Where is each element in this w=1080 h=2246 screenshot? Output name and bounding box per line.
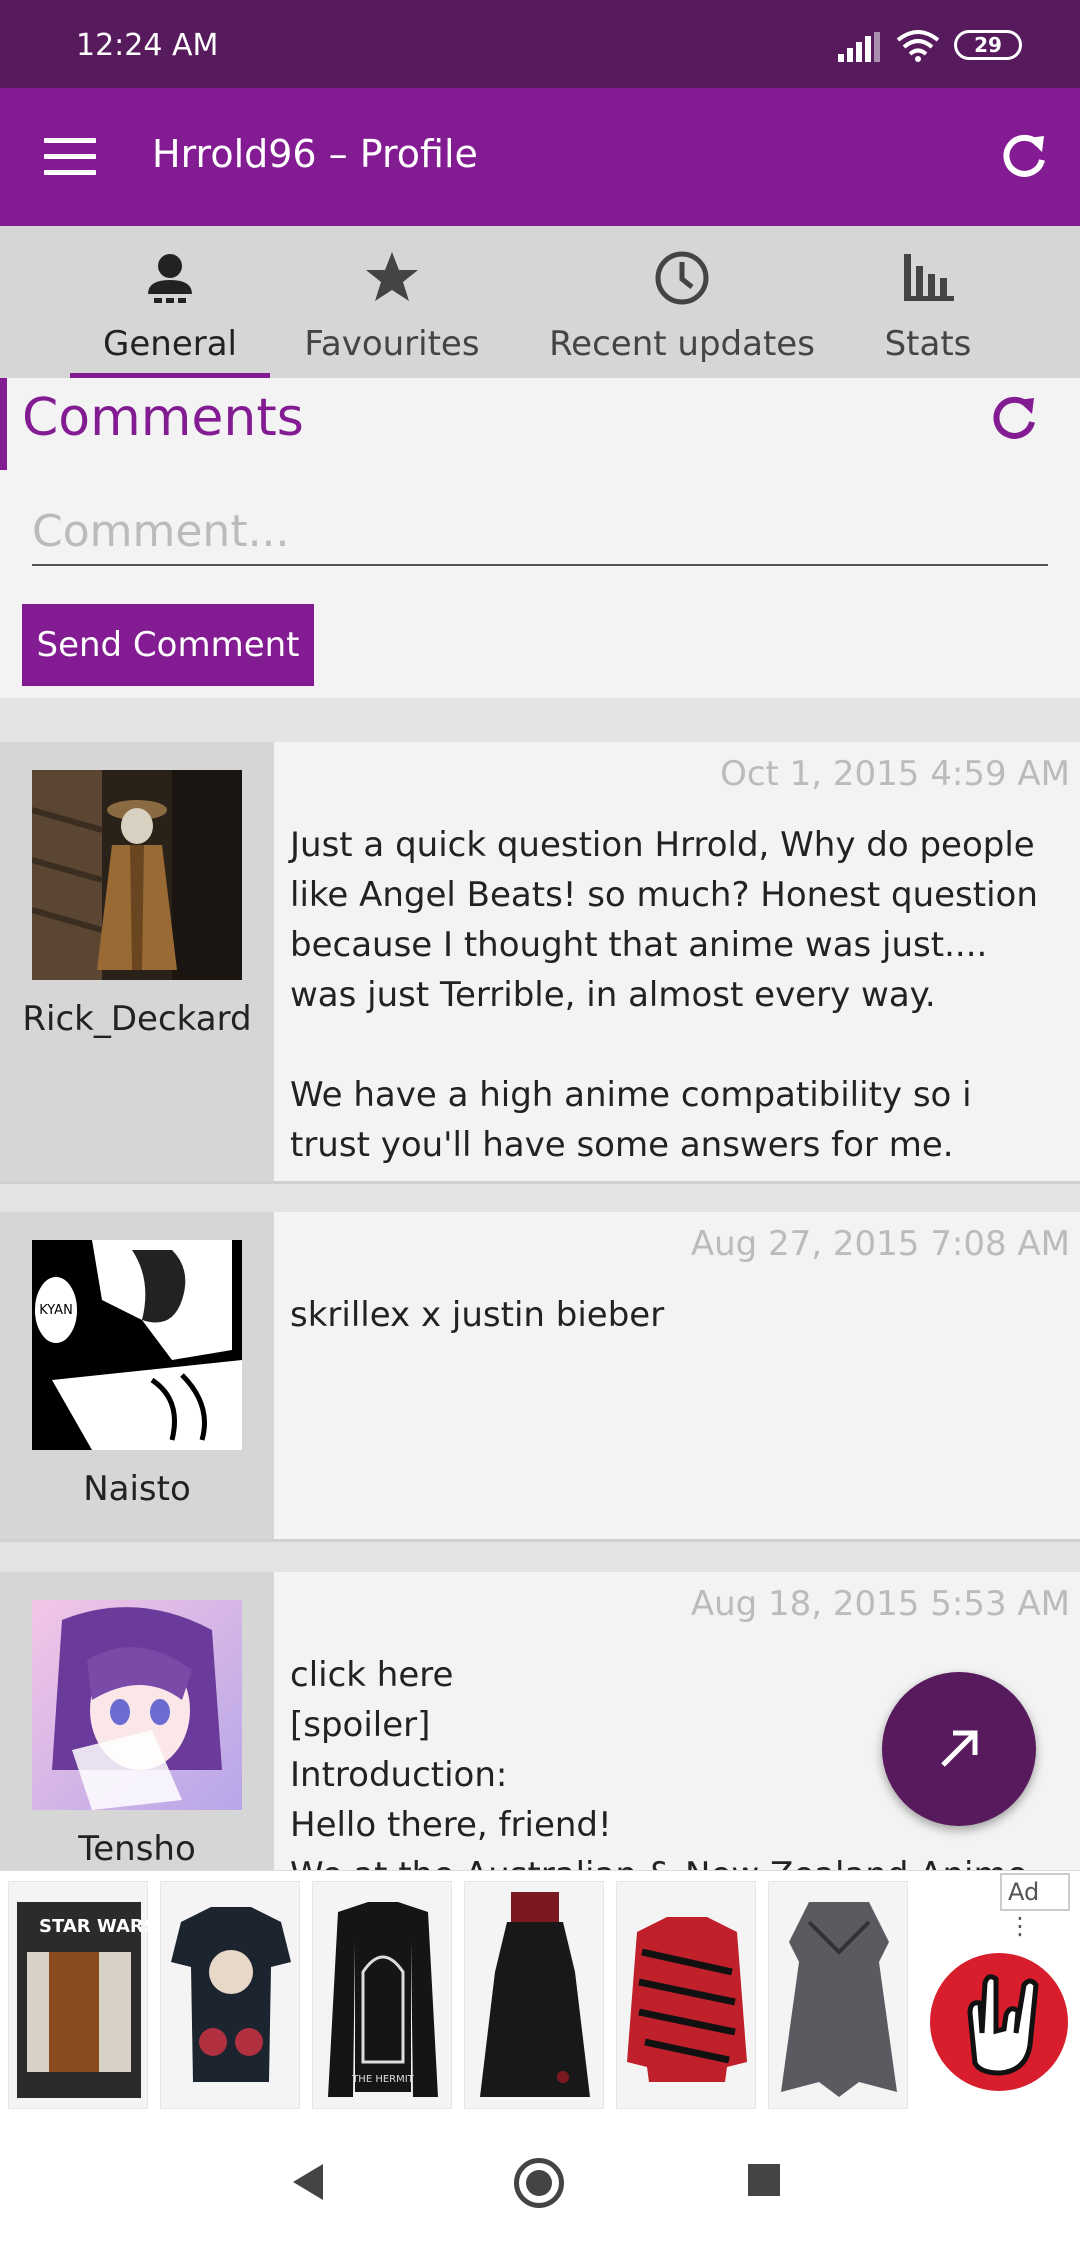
arrow-up-right-icon bbox=[941, 1730, 978, 1767]
menu-icon[interactable] bbox=[44, 138, 96, 176]
comments-heading: Comments bbox=[22, 388, 304, 448]
battery-icon: 29 bbox=[954, 30, 1022, 60]
comments-section: Comments Send Comment bbox=[0, 378, 1080, 698]
home-icon[interactable] bbox=[514, 2158, 564, 2208]
comment-date: Aug 27, 2015 7:08 AM bbox=[690, 1224, 1070, 1264]
refresh-icon[interactable] bbox=[998, 130, 1050, 182]
ad-banner[interactable]: STAR WARS THE HERMIT Ad ⋮ bbox=[0, 1870, 1080, 2116]
status-bar: 12:24 AM 29 bbox=[0, 0, 1080, 88]
back-icon[interactable] bbox=[293, 2164, 323, 2200]
star-icon bbox=[366, 252, 418, 301]
recent-apps-icon[interactable] bbox=[748, 2164, 780, 2196]
bar-chart-icon bbox=[904, 254, 954, 301]
comment-item: Rick_Deckard Oct 1, 2015 4:59 AM Just a … bbox=[0, 742, 1080, 1184]
ad-product-image[interactable] bbox=[616, 1881, 756, 2109]
divider bbox=[0, 1184, 1080, 1212]
ad-product-image[interactable] bbox=[768, 1881, 908, 2109]
comment-date: Aug 18, 2015 5:53 AM bbox=[690, 1584, 1070, 1624]
refresh-comments-icon[interactable] bbox=[988, 392, 1040, 444]
avatar-text: KYAN bbox=[39, 1303, 73, 1318]
divider bbox=[0, 698, 1080, 742]
comment-author[interactable]: Tensho bbox=[0, 1824, 274, 1872]
tab-stats[interactable]: Stats bbox=[866, 226, 990, 378]
comment-author[interactable]: Rick_Deckard bbox=[0, 994, 274, 1044]
wifi-icon bbox=[896, 30, 940, 62]
ad-product-text: STAR WARS bbox=[39, 1916, 149, 1937]
signal-icon bbox=[838, 32, 880, 62]
divider bbox=[0, 1542, 1080, 1572]
section-accent-bar bbox=[0, 378, 7, 470]
status-time: 12:24 AM bbox=[76, 28, 219, 63]
tab-general[interactable]: General bbox=[70, 226, 270, 378]
ad-tag[interactable]: Ad ⋮ bbox=[1000, 1873, 1070, 1940]
avatar[interactable] bbox=[32, 770, 242, 980]
tab-recent-updates[interactable]: Recent updates bbox=[542, 226, 822, 378]
open-external-button[interactable] bbox=[882, 1672, 1036, 1826]
brand-logo[interactable] bbox=[930, 1953, 1068, 2091]
comment-text: skrillex x justin bieber bbox=[290, 1295, 665, 1335]
ad-label: Ad bbox=[1008, 1878, 1040, 1906]
send-comment-button[interactable]: Send Comment bbox=[22, 604, 314, 686]
person-icon bbox=[148, 254, 192, 303]
ad-product-image[interactable] bbox=[160, 1881, 300, 2109]
tab-label: Favourites bbox=[304, 324, 480, 364]
system-navigation-bar bbox=[0, 2116, 1080, 2246]
ad-product-image[interactable]: STAR WARS bbox=[8, 1881, 157, 2109]
comment-date: Oct 1, 2015 4:59 AM bbox=[720, 754, 1070, 794]
app-bar: Hrrold96 – Profile bbox=[0, 88, 1080, 226]
tab-label: Stats bbox=[884, 324, 972, 364]
ad-product-text: THE HERMIT bbox=[351, 2074, 414, 2085]
tab-label: General bbox=[103, 324, 237, 364]
comment-item: KYAN Naisto Aug 27, 2015 7:08 AM skrille… bbox=[0, 1212, 1080, 1542]
comment-input[interactable] bbox=[32, 498, 1048, 566]
tab-label: Recent updates bbox=[549, 324, 815, 364]
tab-bar: General Favourites Recent updates Stats bbox=[0, 226, 1080, 378]
comment-text: Just a quick question Hrrold, Why do peo… bbox=[290, 825, 1038, 1165]
page-title: Hrrold96 – Profile bbox=[152, 132, 478, 176]
avatar[interactable] bbox=[32, 1600, 242, 1810]
comment-author[interactable]: Naisto bbox=[0, 1464, 274, 1514]
tab-favourites[interactable]: Favourites bbox=[292, 226, 492, 378]
clock-icon bbox=[655, 251, 709, 305]
ad-product-image[interactable]: THE HERMIT bbox=[312, 1881, 452, 2109]
avatar[interactable]: KYAN bbox=[32, 1240, 242, 1450]
ad-product-image[interactable] bbox=[464, 1881, 604, 2109]
